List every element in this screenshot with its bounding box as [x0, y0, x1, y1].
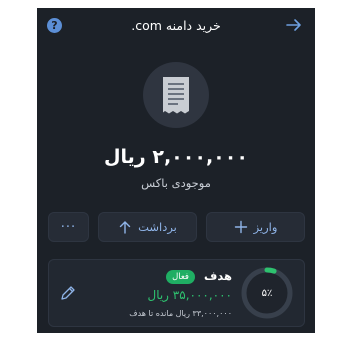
receipt-icon [163, 77, 189, 114]
balance-amount: ۲,۰۰۰,۰۰۰ ریال [104, 146, 248, 168]
goal-progress-label: ۵٪ [261, 287, 273, 299]
status-badge: فعال [166, 270, 195, 284]
goal-title: هدف [204, 269, 232, 283]
balance-label: موجودی باکس [141, 176, 211, 190]
edit-goal-button[interactable] [59, 284, 77, 302]
more-label: ··· [60, 219, 77, 235]
receipt-avatar [143, 62, 209, 128]
withdraw-label: برداشت [138, 220, 177, 234]
header: ? خرید دامنه com. [37, 8, 315, 44]
question-circle-icon: ? [51, 19, 58, 32]
more-button[interactable]: ··· [48, 212, 89, 242]
goal-amount: ۳۵,۰۰۰,۰۰۰ ریال [147, 288, 232, 302]
arrow-up-icon [119, 221, 131, 234]
goal-remaining: ۳۳,۰۰۰,۰۰۰ ریال مانده تا هدف [129, 309, 232, 318]
app-screen: ? خرید دامنه com. ۲,۰۰۰,۰۰۰ ریال موجودی … [37, 8, 315, 333]
deposit-label: واریز [253, 220, 278, 234]
back-button[interactable] [285, 16, 303, 34]
withdraw-button[interactable]: برداشت [98, 212, 197, 242]
pencil-icon [61, 286, 75, 300]
goal-card[interactable]: ۵٪ هدف فعال ۳۵,۰۰۰,۰۰۰ ریال ۳۳,۰۰۰,۰۰۰ ر… [48, 259, 305, 327]
help-button[interactable]: ? [47, 18, 62, 33]
arrow-right-icon [286, 19, 301, 31]
deposit-button[interactable]: واریز [206, 212, 305, 242]
plus-icon [234, 220, 247, 234]
page-title: خرید دامنه com. [131, 18, 221, 33]
